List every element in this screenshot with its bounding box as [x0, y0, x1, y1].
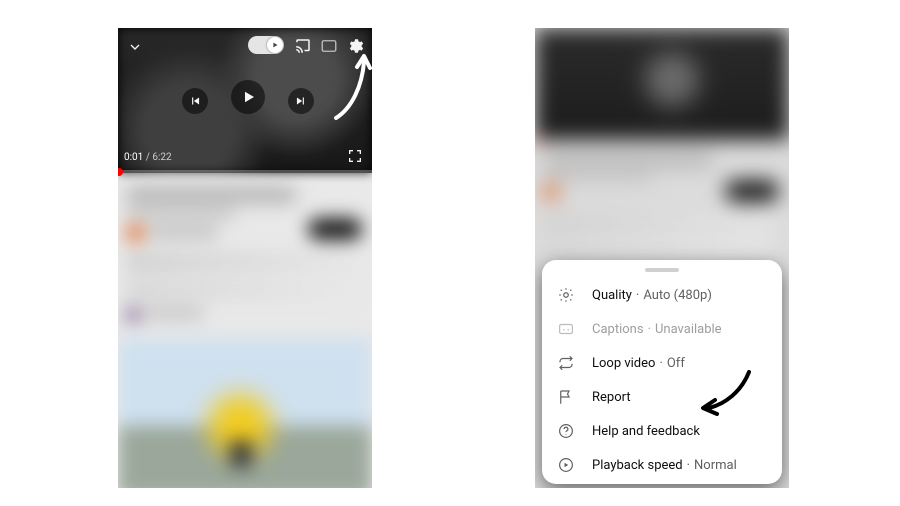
player-settings-sheet: Quality · Auto (480p) Captions · Unavail…: [542, 260, 782, 484]
menu-item-loop[interactable]: Loop video · Off: [542, 346, 782, 380]
menu-item-quality[interactable]: Quality · Auto (480p): [542, 278, 782, 312]
video-player: 0:01 / 6:22: [118, 28, 372, 173]
loop-icon: [556, 353, 576, 373]
menu-item-label: Report: [592, 390, 631, 405]
menu-item-label: Loop video: [592, 356, 655, 371]
play-icon: [267, 37, 283, 53]
menu-item-captions: Captions · Unavailable: [542, 312, 782, 346]
menu-item-value: Off: [667, 356, 685, 371]
progress-bar[interactable]: [118, 170, 372, 173]
cast-button[interactable]: [292, 35, 314, 57]
flag-icon: [556, 387, 576, 407]
fullscreen-icon: [347, 148, 363, 164]
play-icon: [239, 88, 257, 106]
menu-item-report[interactable]: Report: [542, 380, 782, 414]
menu-item-value: Normal: [694, 458, 737, 473]
settings-button[interactable]: [344, 35, 366, 57]
next-button[interactable]: [288, 88, 314, 114]
current-time: 0:01: [124, 152, 143, 163]
duration: 6:22: [152, 152, 171, 163]
menu-item-help[interactable]: Help and feedback: [542, 414, 782, 448]
gear-icon: [556, 285, 576, 305]
left-screenshot: 0:01 / 6:22: [118, 28, 372, 488]
menu-item-value: Unavailable: [655, 322, 722, 337]
previous-icon: [188, 94, 202, 108]
help-icon: [556, 421, 576, 441]
gear-icon: [346, 37, 364, 55]
time-display: 0:01 / 6:22: [124, 152, 172, 163]
fullscreen-button[interactable]: [346, 147, 364, 165]
next-icon: [294, 94, 308, 108]
previous-button[interactable]: [182, 88, 208, 114]
minimize-player-button[interactable]: [124, 36, 146, 58]
menu-item-speed[interactable]: Playback speed · Normal: [542, 448, 782, 482]
menu-item-label: Playback speed: [592, 458, 683, 473]
autoplay-toggle[interactable]: [248, 36, 284, 54]
menu-item-label: Quality: [592, 288, 632, 303]
progress-thumb[interactable]: [118, 168, 123, 176]
captions-icon: [556, 319, 576, 339]
menu-item-label: Captions: [592, 322, 644, 337]
captions-button[interactable]: [318, 35, 340, 57]
right-screenshot: Quality · Auto (480p) Captions · Unavail…: [535, 28, 789, 488]
sheet-grabber[interactable]: [645, 268, 679, 272]
play-button[interactable]: [231, 80, 265, 114]
play-circle-icon: [556, 455, 576, 475]
menu-item-value: Auto (480p): [643, 288, 712, 303]
menu-item-label: Help and feedback: [592, 424, 700, 439]
